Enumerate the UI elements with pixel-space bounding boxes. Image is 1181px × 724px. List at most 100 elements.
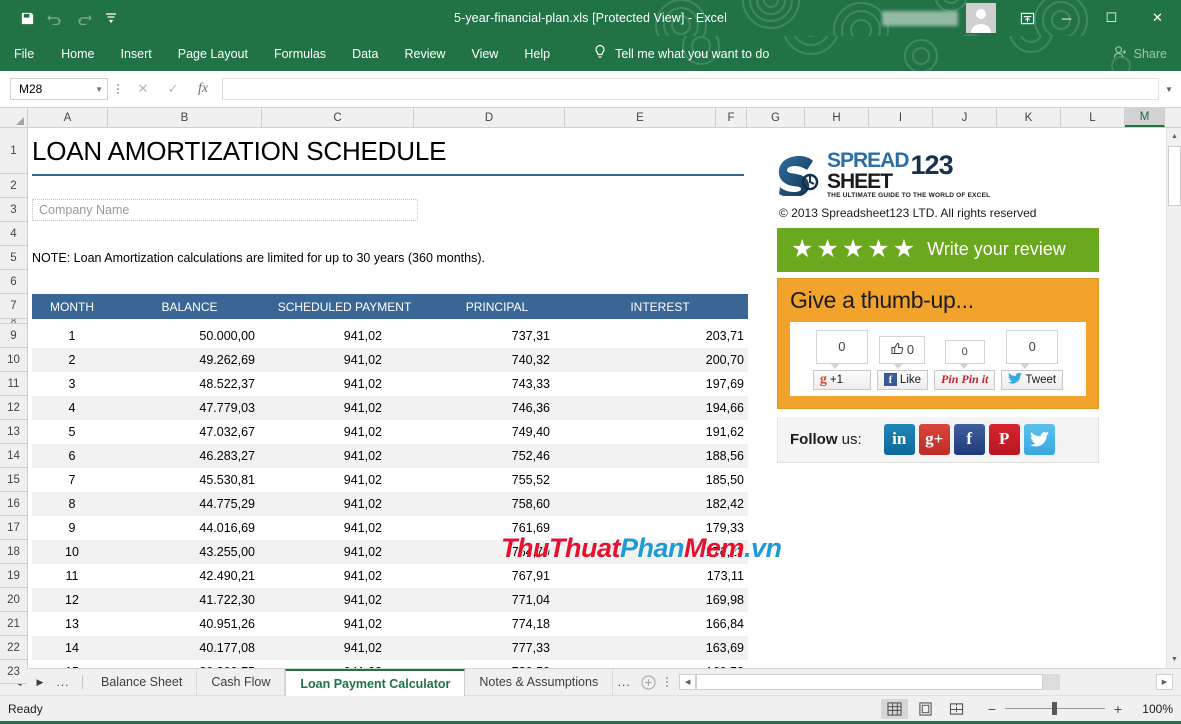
table-row[interactable]: 7 45.530,81 941,02 755,52 185,50 xyxy=(32,468,748,492)
row-header-5[interactable]: 5 xyxy=(0,246,27,270)
ribbon-tab-insert[interactable]: Insert xyxy=(108,36,165,71)
tab-split-handle[interactable] xyxy=(661,669,673,695)
table-row[interactable]: 8 44.775,29 941,02 758,60 182,42 xyxy=(32,492,748,516)
linkedin-icon[interactable]: in xyxy=(883,423,915,455)
write-review-banner[interactable]: ★ ★ ★ ★ ★ Write your review xyxy=(777,227,1099,272)
more-sheets-right[interactable]: ... xyxy=(613,669,635,695)
scroll-down-icon[interactable]: ▼ xyxy=(1167,651,1181,668)
sheet-tab-balance-sheet[interactable]: Balance Sheet xyxy=(87,669,198,695)
sheet-tab-cash-flow[interactable]: Cash Flow xyxy=(197,669,286,695)
vertical-scrollbar[interactable]: ▲ ▼ xyxy=(1166,128,1181,668)
zoom-slider[interactable] xyxy=(1005,702,1105,715)
scroll-right-icon[interactable]: ▶ xyxy=(1156,674,1173,690)
table-row[interactable]: 13 40.951,26 941,02 774,18 166,84 xyxy=(32,612,748,636)
column-header-A[interactable]: A xyxy=(28,108,108,127)
horizontal-scroll-track[interactable] xyxy=(696,674,1060,690)
row-header-2[interactable]: 2 xyxy=(0,174,27,198)
column-header-D[interactable]: D xyxy=(414,108,565,127)
row-header-15[interactable]: 15 xyxy=(0,468,27,492)
formula-bar-grip[interactable] xyxy=(113,84,123,94)
table-row[interactable]: 5 47.032,67 941,02 749,40 191,62 xyxy=(32,420,748,444)
row-header-3[interactable]: 3 xyxy=(0,198,27,222)
row-header-7[interactable]: 7 xyxy=(0,294,27,319)
chevron-down-icon[interactable]: ▼ xyxy=(95,85,103,94)
save-icon[interactable] xyxy=(14,6,40,30)
row-header-10[interactable]: 10 xyxy=(0,348,27,372)
close-button[interactable]: ✕ xyxy=(1134,0,1181,36)
horizontal-scrollbar[interactable]: ◀ ▶ xyxy=(673,669,1181,695)
row-header-19[interactable]: 19 xyxy=(0,564,27,588)
row-header-12[interactable]: 12 xyxy=(0,396,27,420)
table-row[interactable]: 14 40.177,08 941,02 777,33 163,69 xyxy=(32,636,748,660)
column-header-K[interactable]: K xyxy=(997,108,1061,127)
table-row[interactable]: 12 41.722,30 941,02 771,04 169,98 xyxy=(32,588,748,612)
cells-canvas[interactable]: LOAN AMORTIZATION SCHEDULE Company Name … xyxy=(28,128,1166,668)
undo-icon[interactable] xyxy=(42,6,68,30)
ribbon-display-options-icon[interactable] xyxy=(1010,0,1044,36)
zoom-out-button[interactable]: − xyxy=(986,701,998,717)
company-name-field[interactable]: Company Name xyxy=(32,199,418,221)
ribbon-tab-view[interactable]: View xyxy=(458,36,511,71)
insert-function-icon[interactable]: fx xyxy=(188,78,218,100)
next-sheet-icon[interactable]: ▶ xyxy=(30,669,50,695)
facebook-like-button[interactable]: f Like xyxy=(876,369,929,390)
row-header-21[interactable]: 21 xyxy=(0,612,27,636)
customize-quick-access-icon[interactable] xyxy=(98,6,124,30)
avatar[interactable] xyxy=(966,3,996,33)
ribbon-tab-formulas[interactable]: Formulas xyxy=(261,36,339,71)
share-button[interactable]: Share xyxy=(1113,36,1181,71)
row-header-11[interactable]: 11 xyxy=(0,372,27,396)
table-row[interactable]: 6 46.283,27 941,02 752,46 188,56 xyxy=(32,444,748,468)
column-header-F[interactable]: F xyxy=(716,108,747,127)
column-header-L[interactable]: L xyxy=(1061,108,1125,127)
google-plus-icon[interactable]: g+ xyxy=(918,423,950,455)
redo-icon[interactable] xyxy=(70,6,96,30)
column-header-E[interactable]: E xyxy=(565,108,716,127)
row-header-20[interactable]: 20 xyxy=(0,588,27,612)
twitter-tweet-button[interactable]: Tweet xyxy=(1001,369,1064,390)
name-box[interactable]: M28 ▼ xyxy=(10,78,108,100)
ribbon-tab-page-layout[interactable]: Page Layout xyxy=(165,36,261,71)
page-break-preview-icon[interactable] xyxy=(943,699,970,719)
table-row[interactable]: 2 49.262,69 941,02 740,32 200,70 xyxy=(32,348,748,372)
column-header-G[interactable]: G xyxy=(747,108,805,127)
normal-view-icon[interactable] xyxy=(881,698,908,719)
row-header-6[interactable]: 6 xyxy=(0,270,27,294)
confirm-entry-button[interactable]: ✓ xyxy=(158,78,188,100)
select-all-button[interactable] xyxy=(0,108,28,127)
column-header-C[interactable]: C xyxy=(262,108,414,127)
column-header-M[interactable]: M xyxy=(1125,108,1165,127)
page-layout-view-icon[interactable] xyxy=(912,699,939,719)
row-header-17[interactable]: 17 xyxy=(0,516,27,540)
zoom-level-label[interactable]: 100% xyxy=(1135,702,1173,716)
row-header-9[interactable]: 9 xyxy=(0,324,27,348)
ribbon-tab-home[interactable]: Home xyxy=(48,36,107,71)
more-sheets-left[interactable]: ... xyxy=(52,675,74,689)
add-sheet-icon[interactable] xyxy=(635,669,661,695)
table-row[interactable]: 11 42.490,21 941,02 767,91 173,11 xyxy=(32,564,748,588)
maximize-button[interactable]: ☐ xyxy=(1089,0,1134,36)
table-row[interactable]: 10 43.255,00 941,02 764,79 176,23 xyxy=(32,540,748,564)
ribbon-tab-file[interactable]: File xyxy=(0,36,48,71)
table-row[interactable]: 9 44.016,69 941,02 761,69 179,33 xyxy=(32,516,748,540)
column-header-J[interactable]: J xyxy=(933,108,997,127)
scroll-left-icon[interactable]: ◀ xyxy=(679,674,697,690)
zoom-slider-thumb[interactable] xyxy=(1052,702,1057,715)
table-row[interactable]: 1 50.000,00 941,02 737,31 203,71 xyxy=(32,324,748,348)
row-header-16[interactable]: 16 xyxy=(0,492,27,516)
row-header-18[interactable]: 18 xyxy=(0,540,27,564)
ribbon-tab-help[interactable]: Help xyxy=(511,36,563,71)
vertical-scrollbar-thumb[interactable] xyxy=(1168,146,1181,206)
row-header-23[interactable]: 23 xyxy=(0,660,27,684)
twitter-icon[interactable] xyxy=(1023,423,1055,455)
table-row[interactable]: 4 47.779,03 941,02 746,36 194,66 xyxy=(32,396,748,420)
horizontal-scrollbar-thumb[interactable] xyxy=(696,674,1044,690)
zoom-in-button[interactable]: + xyxy=(1112,701,1124,717)
table-row[interactable]: 1539.399,75941,02780,50160,52 xyxy=(32,660,748,668)
pinterest-pin-button[interactable]: Pin Pin it xyxy=(934,369,996,390)
minimize-button[interactable]: ─ xyxy=(1044,0,1089,36)
column-header-I[interactable]: I xyxy=(869,108,933,127)
table-row[interactable]: 3 48.522,37 941,02 743,33 197,69 xyxy=(32,372,748,396)
pinterest-icon[interactable]: P xyxy=(988,423,1020,455)
ribbon-tab-data[interactable]: Data xyxy=(339,36,391,71)
